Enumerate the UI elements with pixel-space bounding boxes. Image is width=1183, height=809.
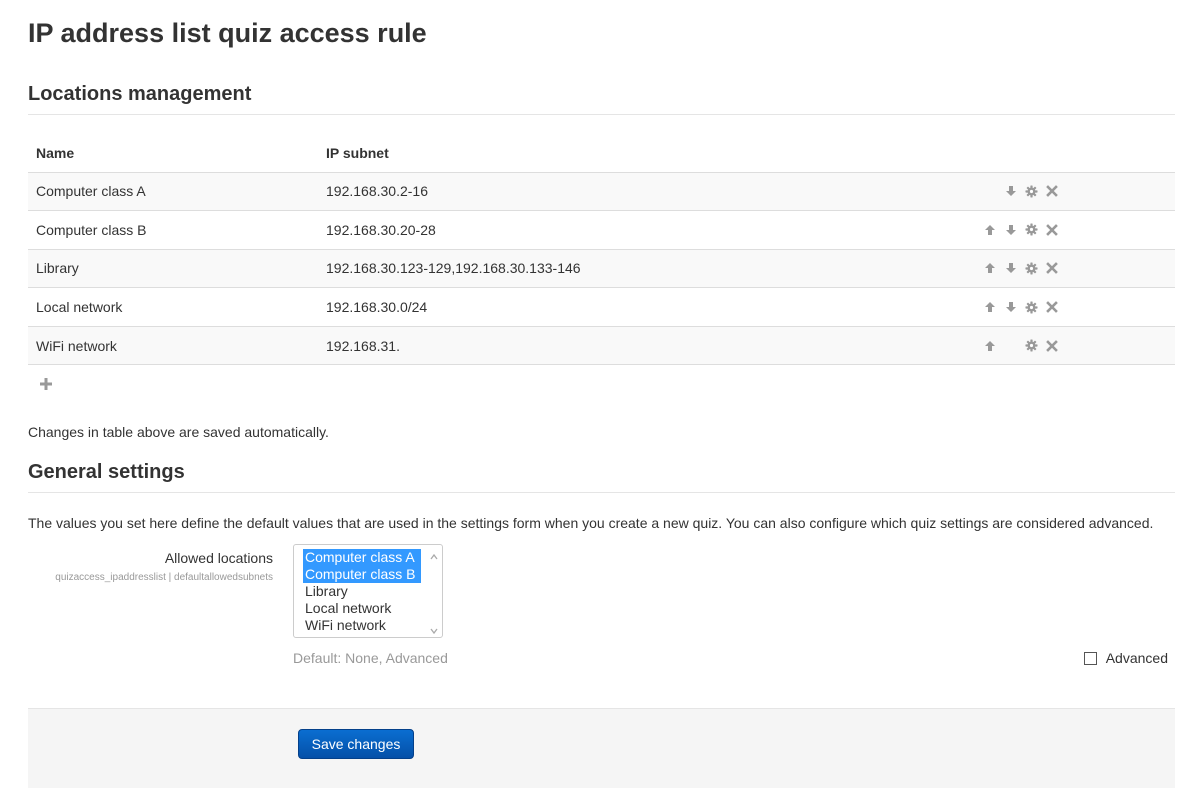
locations-table: Name IP subnet Computer class A 192.168.3…: [28, 134, 1175, 366]
table-row: Computer class A 192.168.30.2-16: [28, 171, 1175, 211]
advanced-checkbox[interactable]: [1083, 651, 1097, 665]
advanced-label: Advanced: [1105, 650, 1168, 666]
gear-icon[interactable]: [1023, 299, 1039, 315]
page-title: IP address list quiz access rule: [28, 18, 427, 48]
arrow-up-icon[interactable]: [982, 260, 998, 276]
location-name: Local network: [28, 287, 318, 327]
row-actions: [948, 287, 1175, 327]
allowed-locations-setting-name: quizaccess_ipaddresslist | defaultallowe…: [55, 572, 273, 583]
select-option[interactable]: Library: [303, 583, 421, 600]
autosave-note: Changes in table above are saved automat…: [28, 424, 329, 440]
table-header-row: Name IP subnet: [28, 134, 1175, 172]
location-name: Computer class B: [28, 210, 318, 250]
table-row: Library 192.168.30.123-129,192.168.30.133…: [28, 248, 1175, 288]
general-heading: General settings: [28, 461, 185, 483]
arrow-up-icon[interactable]: [982, 222, 998, 238]
arrow-down-icon[interactable]: [1003, 222, 1019, 238]
allowed-locations-options: Computer class A Computer class B Library L…: [303, 549, 442, 634]
allowed-locations-label: Allowed locations: [164, 550, 273, 566]
arrow-down-icon[interactable]: [1003, 260, 1019, 276]
column-header-name: Name: [36, 144, 75, 161]
advanced-toggle[interactable]: Advanced: [1083, 650, 1168, 666]
location-name: Computer class A: [28, 171, 318, 211]
default-value-note: Default: None, Advanced: [293, 650, 448, 666]
locations-section-header: Locations management: [28, 82, 1175, 115]
allowed-locations-select[interactable]: Computer class A Computer class B Library L…: [293, 544, 443, 638]
close-icon[interactable]: [1044, 338, 1060, 354]
location-subnet: 192.168.30.123-129,192.168.30.133-146: [318, 248, 948, 288]
select-option[interactable]: Computer class B: [303, 566, 421, 583]
locations-heading: Locations management: [28, 83, 252, 105]
save-changes-button[interactable]: Save changes: [298, 729, 414, 759]
location-subnet: 192.168.30.0/24: [318, 287, 948, 327]
arrow-down-icon[interactable]: [1003, 183, 1019, 199]
table-row: Computer class B 192.168.30.20-28: [28, 210, 1175, 250]
gear-icon[interactable]: [1023, 183, 1039, 199]
gear-icon[interactable]: [1023, 222, 1039, 238]
general-section-header: General settings: [28, 460, 1175, 493]
form-footer: Save changes: [28, 708, 1175, 788]
close-icon[interactable]: [1044, 260, 1060, 276]
plus-icon[interactable]: [38, 376, 54, 392]
gear-icon[interactable]: [1023, 338, 1039, 354]
arrow-down-icon[interactable]: [1003, 299, 1019, 315]
row-actions: [948, 325, 1175, 366]
location-name: Library: [28, 248, 318, 288]
arrow-up-icon[interactable]: [982, 299, 998, 315]
table-row: Local network 192.168.30.0/24: [28, 287, 1175, 327]
location-subnet: 192.168.30.20-28: [318, 210, 948, 250]
column-header-actions: [948, 134, 1175, 172]
select-option[interactable]: Computer class A: [303, 549, 421, 566]
location-subnet: 192.168.30.2-16: [318, 171, 948, 211]
chevron-down-icon[interactable]: [429, 623, 439, 635]
close-icon[interactable]: [1044, 222, 1060, 238]
row-actions: [948, 248, 1175, 288]
location-subnet: 192.168.31.: [318, 325, 948, 366]
close-icon[interactable]: [1044, 299, 1060, 315]
row-actions: [948, 210, 1175, 250]
general-description: The values you set here define the defau…: [28, 515, 1154, 531]
arrow-up-icon[interactable]: [982, 338, 998, 354]
close-icon[interactable]: [1044, 183, 1060, 199]
select-option[interactable]: Local network: [303, 600, 421, 617]
chevron-up-icon[interactable]: [429, 549, 439, 560]
column-header-ip-subnet: IP subnet: [326, 144, 389, 161]
location-name: WiFi network: [28, 325, 318, 366]
gear-icon[interactable]: [1023, 260, 1039, 276]
row-actions: [948, 171, 1175, 211]
select-option[interactable]: WiFi network: [303, 617, 421, 634]
table-row: WiFi network 192.168.31.: [28, 325, 1175, 366]
